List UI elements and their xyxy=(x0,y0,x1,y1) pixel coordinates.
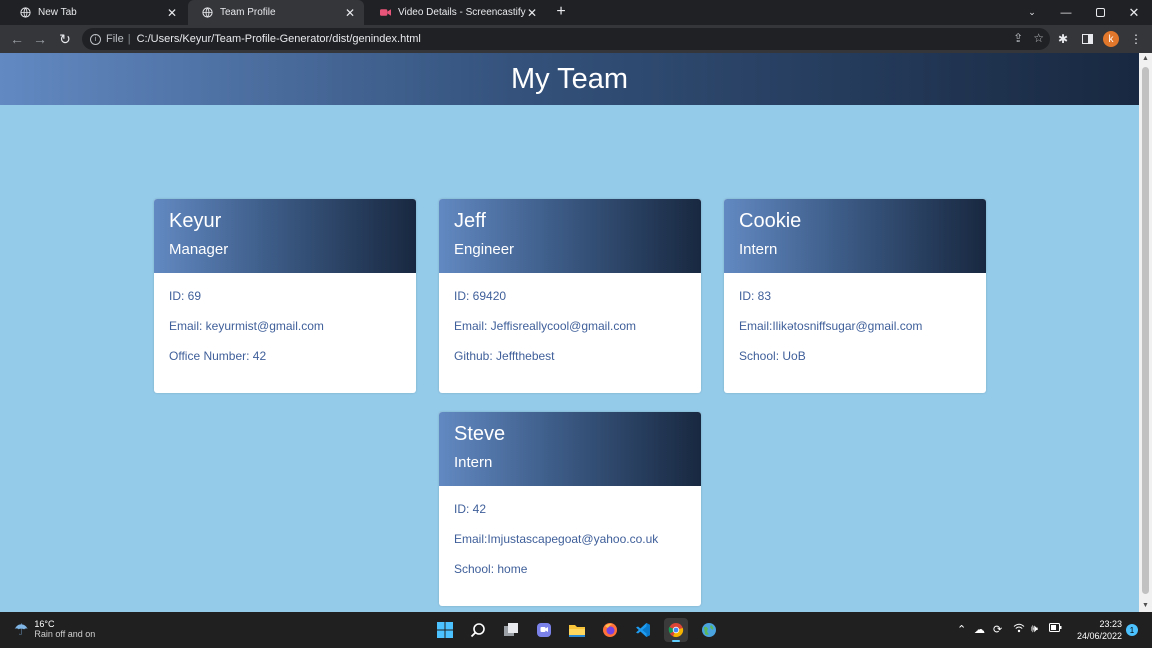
back-arrow-icon[interactable]: ← xyxy=(8,30,26,48)
employee-school: School: UoB xyxy=(739,349,806,363)
new-tab-button[interactable]: + xyxy=(552,3,570,21)
page-title: My Team xyxy=(510,62,629,95)
windows-start-icon[interactable] xyxy=(433,618,457,642)
screencastify-icon xyxy=(380,7,391,18)
page-viewport: My Team Keyur Manager ID: 69 Email: keyu… xyxy=(0,53,1139,612)
battery-icon[interactable] xyxy=(1049,623,1062,635)
tab-title: New Tab xyxy=(38,7,77,18)
globe-icon xyxy=(202,7,213,18)
system-clock[interactable]: 23:23 24/06/2022 xyxy=(1070,618,1122,642)
speaker-icon[interactable]: 🕪 xyxy=(1031,623,1038,636)
file-explorer-icon[interactable] xyxy=(565,618,589,642)
search-icon[interactable] xyxy=(466,618,490,642)
reload-icon[interactable]: ↻ xyxy=(56,30,74,48)
employee-office-number: Office Number: 42 xyxy=(169,349,267,363)
employee-card-keyur: Keyur Manager ID: 69 Email: keyurmist@gm… xyxy=(154,199,416,393)
sync-icon[interactable]: ⟳ xyxy=(993,623,1002,636)
employee-email[interactable]: Email: keyurmist@gmail.com xyxy=(169,320,401,351)
maximize-icon[interactable] xyxy=(1083,0,1117,25)
browser-toolbar: ← → ↻ i File | C:/Users/Keyur/Team-Profi… xyxy=(0,25,1152,53)
employee-role: Engineer xyxy=(454,241,515,258)
scroll-up-arrow-icon[interactable]: ▲ xyxy=(1139,53,1152,65)
close-window-icon[interactable]: ✕ xyxy=(1117,0,1151,25)
employee-card-cookie: Cookie Intern ID: 83 Email:Ilikətosniffs… xyxy=(724,199,986,393)
forward-arrow-icon[interactable]: → xyxy=(31,30,49,48)
card-header: Cookie Intern xyxy=(724,199,986,273)
employee-card-steve: Steve Intern ID: 42 Email:Imjustascapego… xyxy=(439,412,701,606)
taskbar: ☂ 16°C Rain off and on ⌃ ☁ ⟳ 🕪 23:23 24/… xyxy=(0,612,1152,648)
globe-icon xyxy=(20,7,31,18)
wifi-icon[interactable] xyxy=(1013,623,1025,636)
employee-role: Intern xyxy=(454,454,493,471)
employee-email[interactable]: Email:Imjustascapegoat@yahoo.co.uk xyxy=(454,533,686,564)
minimize-icon[interactable]: — xyxy=(1049,0,1083,25)
employee-card-jeff: Jeff Engineer ID: 69420 Email: Jeffisrea… xyxy=(439,199,701,393)
teams-chat-icon[interactable] xyxy=(532,618,556,642)
card-header: Keyur Manager xyxy=(154,199,416,273)
close-icon[interactable]: ✕ xyxy=(344,6,356,20)
task-view-icon[interactable] xyxy=(499,618,523,642)
active-app-indicator xyxy=(672,640,680,642)
weather-widget[interactable]: ☂ 16°C Rain off and on xyxy=(14,619,95,640)
url-separator: | xyxy=(127,33,131,45)
globe-app-icon[interactable] xyxy=(697,618,721,642)
employee-school: School: home xyxy=(454,562,528,576)
star-icon[interactable]: ☆ xyxy=(1033,31,1044,45)
employee-name: Steve xyxy=(454,423,506,445)
url-scheme: File xyxy=(106,33,124,45)
card-header: Steve Intern xyxy=(439,412,701,486)
employee-name: Cookie xyxy=(739,210,802,232)
address-bar-actions: ⇪ ☆ xyxy=(1013,31,1044,45)
share-icon[interactable]: ⇪ xyxy=(1013,31,1023,45)
side-panel-icon[interactable] xyxy=(1078,30,1096,48)
close-icon[interactable]: ✕ xyxy=(526,6,538,20)
close-icon[interactable]: ✕ xyxy=(166,6,178,20)
employee-email[interactable]: Email: Jeffisreallycool@gmail.com xyxy=(454,320,686,351)
menu-dots-icon[interactable]: ⋮ xyxy=(1127,30,1145,48)
card-body: ID: 69420 Email: Jeffisreallycool@gmail.… xyxy=(439,273,701,381)
weather-description: Rain off and on xyxy=(34,629,96,639)
tab-video-details[interactable]: Video Details - Screencastify ✕ xyxy=(366,0,546,25)
extensions-icon[interactable]: ✱ xyxy=(1054,30,1072,48)
tab-title: Team Profile xyxy=(220,7,276,18)
vertical-scrollbar[interactable]: ▲ ▼ xyxy=(1139,53,1152,612)
employee-name: Keyur xyxy=(169,210,222,232)
tab-new-tab[interactable]: New Tab ✕ xyxy=(6,0,186,25)
page-header: My Team xyxy=(0,53,1139,105)
card-header: Jeff Engineer xyxy=(439,199,701,273)
clock-date: 24/06/2022 xyxy=(1076,631,1122,641)
card-body: ID: 42 Email:Imjustascapegoat@yahoo.co.u… xyxy=(439,486,701,594)
weather-temperature: 16°C xyxy=(34,619,55,629)
chrome-icon[interactable] xyxy=(664,618,688,642)
scrollbar-thumb[interactable] xyxy=(1142,67,1149,594)
chevron-up-icon[interactable]: ⌃ xyxy=(957,623,966,636)
info-icon[interactable]: i xyxy=(90,33,101,45)
rain-umbrella-icon: ☂ xyxy=(14,621,29,639)
employee-github[interactable]: Github: Jeffthebest xyxy=(454,350,686,381)
employee-id: ID: 83 xyxy=(739,289,772,303)
card-body: ID: 69 Email: keyurmist@gmail.com Office… xyxy=(154,273,416,381)
notification-badge[interactable]: 1 xyxy=(1126,624,1138,636)
scroll-down-arrow-icon[interactable]: ▼ xyxy=(1139,600,1152,612)
tab-title: Video Details - Screencastify xyxy=(398,7,526,18)
address-bar[interactable]: i File | C:/Users/Keyur/Team-Profile-Gen… xyxy=(82,28,1050,50)
employee-role: Manager xyxy=(169,241,229,258)
url-text[interactable]: C:/Users/Keyur/Team-Profile-Generator/di… xyxy=(137,33,421,45)
tab-team-profile[interactable]: Team Profile ✕ xyxy=(188,0,364,25)
firefox-icon[interactable] xyxy=(598,618,622,642)
chevron-down-icon[interactable]: ⌄ xyxy=(1015,0,1049,25)
clock-time: 23:23 xyxy=(1099,619,1122,629)
cloud-icon[interactable]: ☁ xyxy=(974,623,985,636)
employee-role: Intern xyxy=(739,241,778,258)
employee-name: Jeff xyxy=(454,210,486,232)
employee-email[interactable]: Email:Ilikətosniffsugar@gmail.com xyxy=(739,320,971,351)
vscode-icon[interactable] xyxy=(631,618,655,642)
employee-id: ID: 69420 xyxy=(454,289,507,303)
employee-id: ID: 69 xyxy=(169,289,202,303)
employee-id: ID: 42 xyxy=(454,502,487,516)
card-body: ID: 83 Email:Ilikətosniffsugar@gmail.com… xyxy=(724,273,986,381)
profile-avatar[interactable]: k xyxy=(1103,31,1119,47)
tab-strip: New Tab ✕ Team Profile ✕ Video Details -… xyxy=(0,0,1152,25)
